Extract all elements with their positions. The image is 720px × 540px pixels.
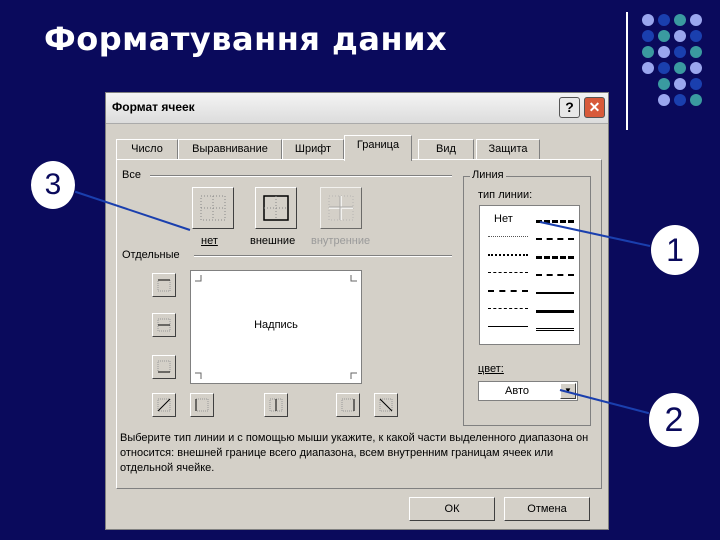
tab-border[interactable]: Граница [344, 135, 412, 161]
callout-1: 1 [650, 224, 700, 276]
callout-3: 3 [30, 160, 76, 210]
callout-pointer-lines [69, 189, 653, 415]
callout-2: 2 [648, 392, 700, 448]
